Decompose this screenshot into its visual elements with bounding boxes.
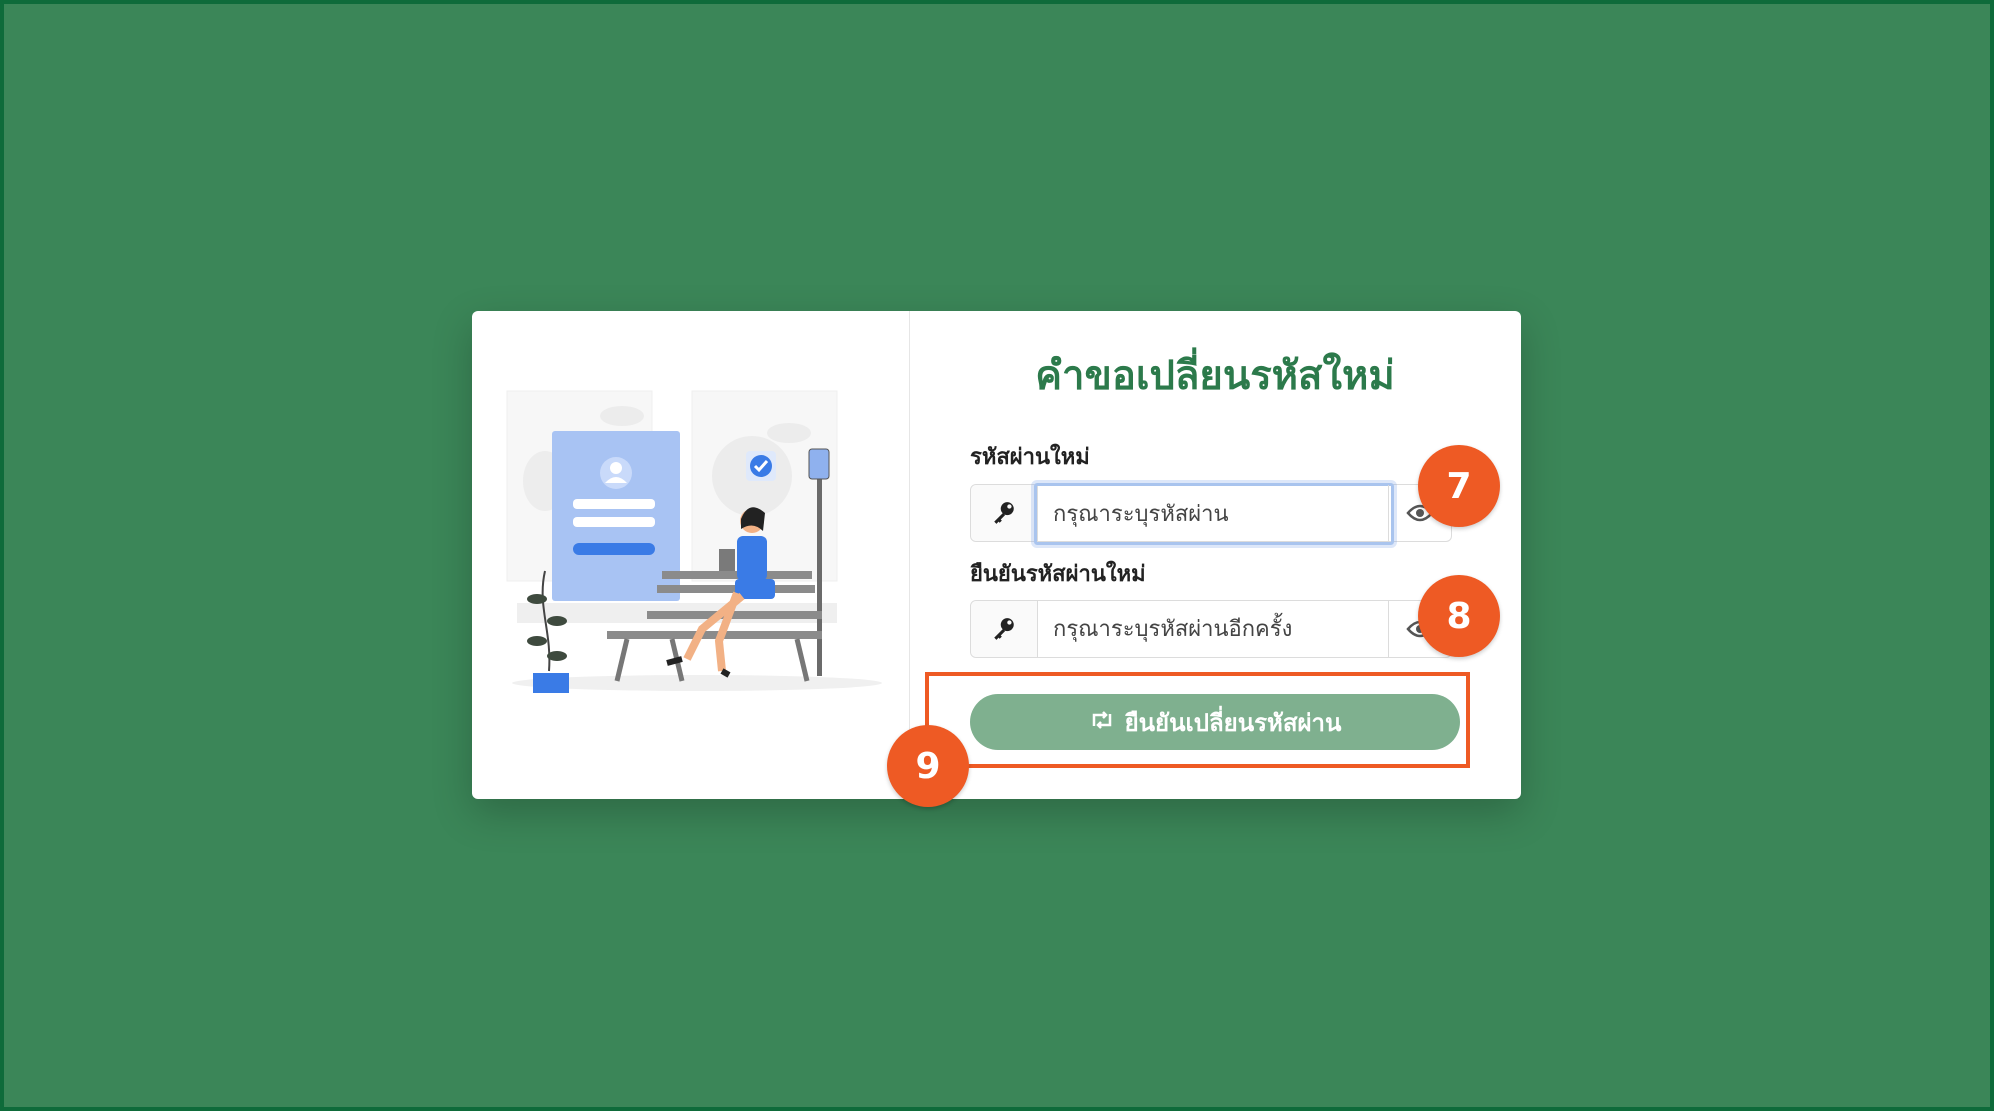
login-illustration (506, 390, 882, 693)
confirm-password-field (970, 600, 1452, 658)
page-title: คำขอเปลี่ยนรหัสใหม่ (1035, 353, 1395, 399)
confirm-password-label: ยืนยันรหัสผ่านใหม่ (970, 562, 1146, 587)
key-icon (971, 601, 1038, 657)
step-marker-7: 7 (1418, 445, 1500, 527)
step-marker-8: 8 (1418, 575, 1500, 657)
submit-highlight-box (925, 672, 1470, 768)
confirm-password-input[interactable] (1037, 601, 1391, 657)
new-password-field (970, 483, 1452, 545)
new-password-label: รหัสผ่านใหม่ (970, 445, 1090, 470)
step-marker-9: 9 (887, 725, 969, 807)
key-icon (971, 485, 1038, 541)
illustration-pane (472, 311, 910, 799)
new-password-input[interactable] (1034, 483, 1394, 545)
